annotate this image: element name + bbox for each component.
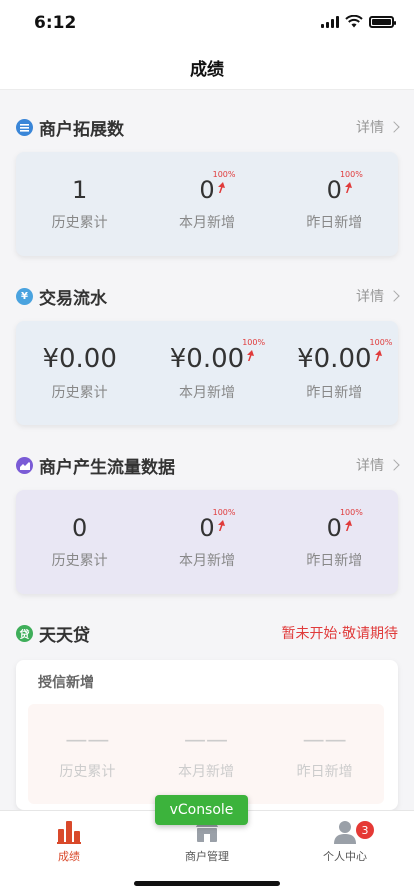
stat-value: ¥0.00: [42, 344, 117, 374]
stat-value: ¥0.00: [297, 344, 372, 374]
section-merchant-header: 商户拓展数 详情: [16, 113, 400, 141]
stat-month: 0 100% 本月新增: [143, 152, 270, 256]
chart-icon: [16, 456, 33, 474]
stat-total: —— 历史累计: [28, 704, 147, 804]
stat-yesterday: ¥0.00 100% 昨日新增: [271, 321, 398, 425]
tab-label: 成绩: [58, 850, 80, 863]
stat-yesterday: 0 100% 昨日新增: [271, 490, 398, 594]
battery-icon: [369, 15, 396, 28]
tab-results[interactable]: 成绩: [0, 817, 138, 864]
stat-month: 0 100% 本月新增: [143, 490, 270, 594]
stat-label: 昨日新增: [296, 763, 353, 780]
merchant-detail-link[interactable]: 详情: [356, 117, 400, 137]
chevron-right-icon: [388, 121, 400, 133]
signal-icon: [321, 15, 339, 28]
user-icon: [334, 821, 356, 844]
status-time: 6:12: [34, 13, 77, 33]
section-transactions-title: 交易流水: [39, 288, 107, 309]
vconsole-button[interactable]: vConsole: [155, 795, 248, 825]
stat-value: 0: [199, 176, 215, 204]
nav-bar: 成绩: [0, 46, 414, 90]
stat-yesterday: —— 昨日新增: [265, 704, 384, 804]
tab-label: 个人中心: [323, 850, 367, 863]
change-percent: 100%: [242, 338, 266, 347]
up-arrow-icon: [247, 350, 255, 361]
loan-subtitle: 授信新增: [38, 675, 94, 691]
loan-stats: —— 历史累计 —— 本月新增 —— 昨日新增: [28, 704, 384, 804]
bar-chart-icon: [57, 821, 81, 844]
stat-label: 昨日新增: [306, 215, 363, 231]
transactions-card: ¥0.00 历史累计 ¥0.00 100% 本月新增 ¥0.00 100% 昨日…: [16, 321, 398, 425]
stat-label: 历史累计: [51, 215, 108, 231]
stat-value: 1: [72, 176, 88, 204]
stat-value: ¥0.00: [169, 344, 245, 374]
change-percent: 100%: [339, 508, 363, 517]
stat-month: —— 本月新增: [147, 704, 266, 804]
stat-value: ——: [65, 727, 110, 753]
change-percent: 100%: [339, 170, 363, 179]
stat-label: 本月新增: [178, 553, 235, 569]
stat-label: 本月新增: [178, 763, 234, 780]
section-traffic-header: 商户产生流量数据 详情: [16, 451, 400, 479]
wifi-icon: [345, 15, 363, 28]
traffic-detail-link[interactable]: 详情: [356, 455, 400, 475]
stat-value: 0: [326, 176, 342, 204]
status-bar: 6:12: [0, 0, 414, 46]
up-arrow-icon: [217, 182, 225, 193]
up-arrow-icon: [344, 520, 352, 531]
chevron-right-icon: [388, 290, 400, 302]
stat-month: ¥0.00 100% 本月新增: [143, 321, 270, 425]
section-transactions-header: ¥ 交易流水 详情: [16, 282, 400, 310]
status-icons: [321, 15, 396, 28]
stat-label: 历史累计: [51, 385, 108, 401]
yen-icon: ¥: [16, 287, 33, 305]
stat-label: 昨日新增: [306, 385, 363, 401]
stat-value: 0: [326, 514, 342, 542]
merchant-card: 1 历史累计 0 100% 本月新增 0 100% 昨日新增: [16, 152, 398, 256]
stat-value: ——: [184, 727, 228, 753]
merchant-detail-label: 详情: [356, 120, 384, 136]
list-icon: [16, 118, 33, 136]
stat-total: ¥0.00 历史累计: [16, 321, 143, 425]
transactions-detail-link[interactable]: 详情: [356, 286, 400, 306]
stat-value: ——: [302, 727, 347, 753]
change-percent: 100%: [212, 170, 236, 179]
stat-label: 本月新增: [178, 385, 235, 401]
tab-label: 商户管理: [185, 850, 229, 863]
section-merchant-title: 商户拓展数: [39, 119, 124, 140]
change-percent: 100%: [369, 338, 393, 347]
change-percent: 100%: [212, 508, 236, 517]
stat-label: 本月新增: [178, 215, 235, 231]
stat-label: 历史累计: [51, 553, 108, 569]
notification-badge: 3: [356, 821, 374, 839]
stat-value: 0: [199, 514, 215, 542]
section-traffic-title: 商户产生流量数据: [39, 457, 175, 478]
section-loan-title: 天天贷: [39, 625, 90, 646]
section-loan-header: 贷 天天贷 暂未开始·敬请期待: [16, 619, 398, 647]
loan-card: 授信新增 —— 历史累计 —— 本月新增 —— 昨日新增: [16, 660, 398, 810]
stat-label: 昨日新增: [306, 553, 363, 569]
up-arrow-icon: [344, 182, 352, 193]
stat-value: 0: [72, 514, 88, 542]
chevron-right-icon: [388, 459, 400, 471]
page-title: 成绩: [190, 60, 224, 80]
up-arrow-icon: [374, 350, 382, 361]
up-arrow-icon: [217, 520, 225, 531]
tab-profile[interactable]: 个人中心 3: [276, 817, 414, 864]
traffic-card: 0 历史累计 0 100% 本月新增 0 100% 昨日新增: [16, 490, 398, 594]
home-indicator: [134, 881, 280, 886]
stat-yesterday: 0 100% 昨日新增: [271, 152, 398, 256]
stat-label: 历史累计: [59, 763, 116, 780]
traffic-detail-label: 详情: [356, 458, 384, 474]
loan-icon: 贷: [16, 624, 33, 642]
stat-total: 0 历史累计: [16, 490, 143, 594]
transactions-detail-label: 详情: [356, 289, 384, 305]
page: 6:12 成绩 商户拓展数 详情 1 历史累计 0 100% 本月新增 0 10…: [0, 0, 414, 896]
loan-status-text: 暂未开始·敬请期待: [281, 626, 398, 642]
stat-total: 1 历史累计: [16, 152, 143, 256]
